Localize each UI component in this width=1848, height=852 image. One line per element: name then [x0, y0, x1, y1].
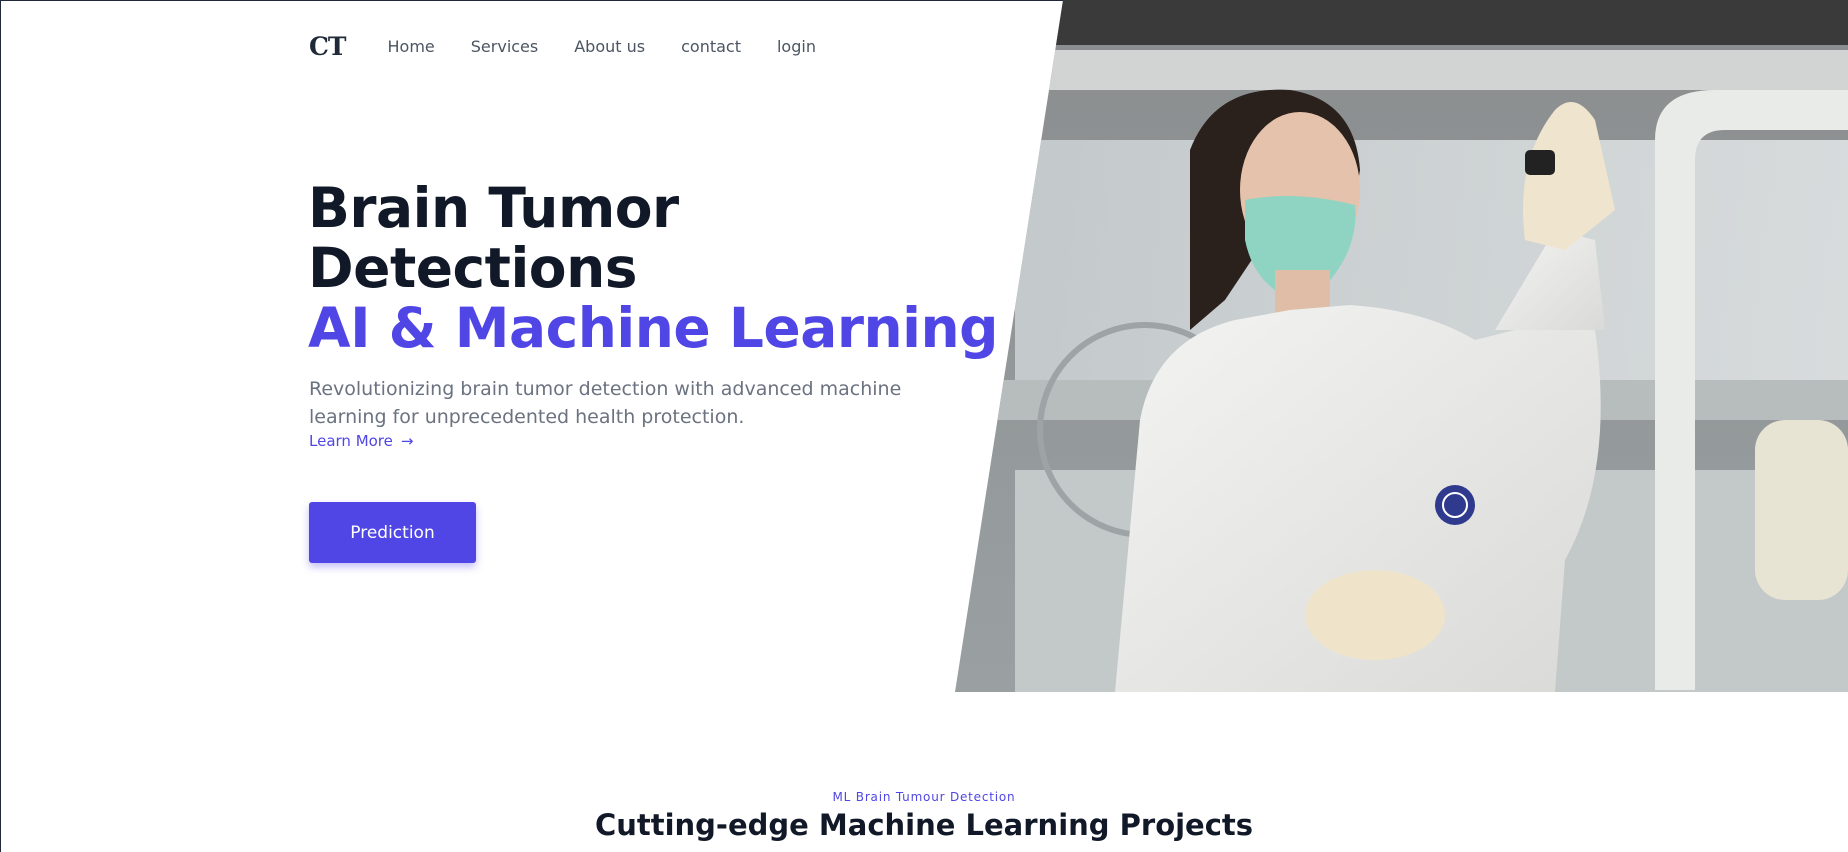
hero-title: Brain Tumor Detections AI & Machine Lear…	[308, 178, 998, 358]
nav-services[interactable]: Services	[471, 37, 538, 56]
hero-title-line-1: Brain Tumor	[308, 176, 679, 240]
hero-description: Revolutionizing brain tumor detection wi…	[309, 378, 902, 428]
arrow-right-icon: →	[400, 432, 414, 450]
section-title: Cutting-edge Machine Learning Projects	[594, 808, 1254, 842]
logo[interactable]: CT	[309, 32, 347, 61]
hero-title-accent: AI & Machine Learning	[308, 296, 998, 360]
nav-home[interactable]: Home	[388, 37, 435, 56]
hero-title-line-2: Detections	[308, 236, 637, 300]
nav-login[interactable]: login	[777, 37, 816, 56]
nav-about-us[interactable]: About us	[574, 37, 645, 56]
prediction-button[interactable]: Prediction	[309, 502, 476, 563]
learn-more-link[interactable]: Learn More →	[309, 432, 413, 450]
section-eyebrow: ML Brain Tumour Detection	[832, 790, 1016, 804]
top-nav: CT Home Services About us contact login	[309, 30, 852, 62]
learn-more-label: Learn More	[309, 432, 393, 450]
hero-image	[955, 0, 1848, 692]
nav-contact[interactable]: contact	[681, 37, 741, 56]
